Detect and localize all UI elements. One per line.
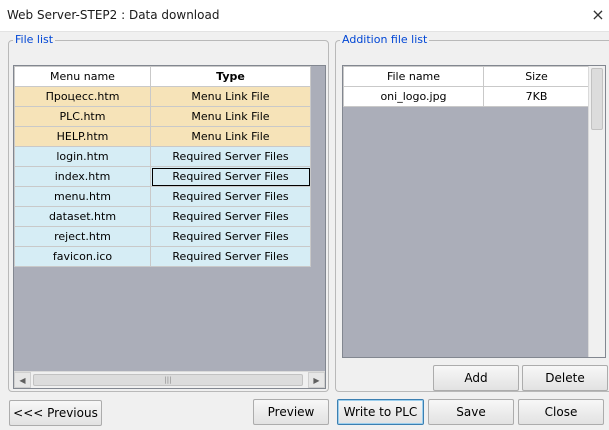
addition-list-legend: Addition file list	[340, 33, 430, 46]
file-list-group: File list Menu name Type Процесс.htm Menu…	[8, 33, 329, 392]
add-button[interactable]: Add	[433, 365, 519, 391]
left-arrow-icon[interactable]: ◀	[14, 372, 31, 388]
file-list-header: Menu name Type	[14, 66, 311, 87]
file-type-cell[interactable]: Required Server Files	[150, 246, 311, 267]
file-type-cell[interactable]: Menu Link File	[150, 126, 311, 147]
column-header-type[interactable]: Type	[150, 66, 311, 87]
addition-list-group: Addition file list File name Size oni_lo…	[335, 33, 609, 392]
file-list-row[interactable]: reject.htm Required Server Files	[14, 226, 311, 247]
column-header-file-name[interactable]: File name	[343, 66, 484, 87]
file-type-cell[interactable]: Required Server Files	[150, 206, 311, 227]
file-list-table: Menu name Type Процесс.htm Menu Link File…	[14, 66, 311, 267]
scroll-thumb[interactable]	[591, 68, 603, 130]
file-name-cell[interactable]: dataset.htm	[14, 206, 151, 227]
addition-list-header: File name Size	[343, 66, 590, 87]
title-bar: Web Server-STEP2 : Data download ×	[0, 0, 609, 32]
file-name-cell[interactable]: HELP.htm	[14, 126, 151, 147]
file-list-row[interactable]: login.htm Required Server Files	[14, 146, 311, 167]
file-list-row[interactable]: HELP.htm Menu Link File	[14, 126, 311, 147]
addition-list-table: File name Size oni_logo.jpg 7KB	[343, 66, 590, 107]
scroll-thumb[interactable]: |||	[33, 374, 303, 386]
file-list-grid[interactable]: Menu name Type Процесс.htm Menu Link File…	[13, 65, 326, 389]
close-icon[interactable]: ×	[589, 5, 607, 25]
file-name-cell[interactable]: login.htm	[14, 146, 151, 167]
file-list-legend: File list	[13, 33, 56, 46]
file-list-row[interactable]: menu.htm Required Server Files	[14, 186, 311, 207]
file-name-cell[interactable]: Процесс.htm	[14, 86, 151, 107]
save-button[interactable]: Save	[428, 399, 514, 425]
file-name-cell[interactable]: index.htm	[14, 166, 151, 187]
addition-list-row[interactable]: oni_logo.jpg 7KB	[343, 86, 590, 107]
preview-button[interactable]: Preview	[253, 399, 329, 425]
file-type-cell[interactable]: Menu Link File	[150, 106, 311, 127]
previous-button[interactable]: <<< Previous	[9, 400, 102, 426]
close-button[interactable]: Close	[518, 399, 604, 425]
file-list-row[interactable]: favicon.ico Required Server Files	[14, 246, 311, 267]
file-name-cell[interactable]: PLC.htm	[14, 106, 151, 127]
file-type-cell[interactable]: Required Server Files	[150, 186, 311, 207]
addition-file-name-cell[interactable]: oni_logo.jpg	[343, 86, 484, 107]
file-list-row[interactable]: PLC.htm Menu Link File	[14, 106, 311, 127]
delete-button[interactable]: Delete	[522, 365, 608, 391]
write-to-plc-button[interactable]: Write to PLC	[337, 399, 424, 425]
file-list-row[interactable]: Процесс.htm Menu Link File	[14, 86, 311, 107]
file-list-horizontal-scrollbar[interactable]: ◀ ||| ▶	[14, 371, 325, 388]
addition-list-vertical-scrollbar[interactable]	[588, 66, 605, 357]
column-header-menu-name[interactable]: Menu name	[14, 66, 151, 87]
file-type-cell[interactable]: Menu Link File	[150, 86, 311, 107]
file-name-cell[interactable]: reject.htm	[14, 226, 151, 247]
file-list-row[interactable]: dataset.htm Required Server Files	[14, 206, 311, 227]
addition-file-size-cell[interactable]: 7KB	[483, 86, 590, 107]
file-name-cell[interactable]: favicon.ico	[14, 246, 151, 267]
column-header-size[interactable]: Size	[483, 66, 590, 87]
file-list-row[interactable]: index.htm Required Server Files	[14, 166, 311, 187]
file-type-cell[interactable]: Required Server Files	[150, 146, 311, 167]
file-type-cell[interactable]: Required Server Files	[150, 226, 311, 247]
right-arrow-icon[interactable]: ▶	[308, 372, 325, 388]
file-name-cell[interactable]: menu.htm	[14, 186, 151, 207]
addition-list-grid[interactable]: File name Size oni_logo.jpg 7KB	[342, 65, 606, 358]
file-type-cell[interactable]: Required Server Files	[150, 166, 311, 187]
window-title: Web Server-STEP2 : Data download	[7, 8, 220, 22]
